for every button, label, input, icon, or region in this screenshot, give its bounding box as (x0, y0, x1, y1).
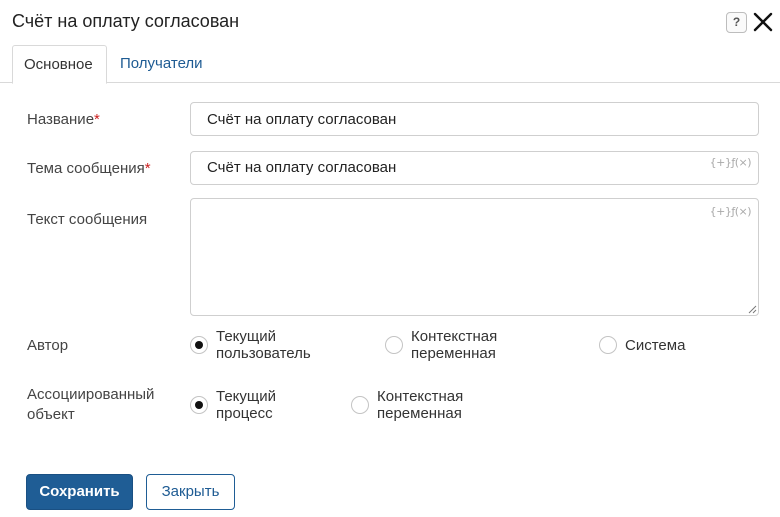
subject-input[interactable]: Счёт на оплату согласован {+}ƒ(×) (190, 151, 759, 185)
tab-main[interactable]: Основное (12, 45, 107, 84)
dialog: Счёт на оплату согласован ? Основное Пол… (0, 0, 780, 517)
author-option-system[interactable]: Система (599, 335, 685, 355)
radio-checked-icon (190, 396, 208, 414)
body-label: Текст сообщения (27, 211, 148, 228)
radio-unchecked-icon (385, 336, 403, 354)
associated-object-label: Ассоциированный объект (27, 386, 155, 423)
tab-recipients[interactable]: Получатели (109, 45, 214, 83)
associated-option-current-process[interactable]: Текущий процесс (190, 388, 276, 422)
expression-icon[interactable]: {+}ƒ(×) (710, 205, 752, 218)
name-label: Название* (27, 111, 100, 128)
required-mark: * (94, 111, 100, 128)
expression-icon[interactable]: {+}ƒ(×) (710, 153, 752, 173)
name-input[interactable] (190, 102, 759, 136)
subject-value: Счёт на оплату согласован (207, 159, 397, 176)
author-option-context-variable[interactable]: Контекстная переменная (385, 328, 497, 362)
dialog-title: Счёт на оплату согласован (12, 11, 240, 31)
close-icon (753, 12, 773, 32)
required-mark: * (144, 160, 151, 177)
subject-label: Тема сообщения* (27, 160, 151, 177)
associated-option-context-variable[interactable]: Контекстная переменная (351, 388, 463, 422)
tab-bar: Основное Получатели (0, 45, 780, 84)
close-button[interactable] (752, 11, 774, 33)
body-textarea[interactable]: {+}ƒ(×) (190, 198, 759, 316)
radio-unchecked-icon (599, 336, 617, 354)
author-option-current-user[interactable]: Текущий пользователь (190, 328, 311, 362)
close-dialog-button[interactable]: Закрыть (146, 474, 235, 510)
help-icon: ? (732, 15, 741, 29)
author-label: Автор (27, 337, 69, 354)
resize-grip-icon[interactable] (747, 304, 757, 314)
save-button[interactable]: Сохранить (26, 474, 133, 510)
help-button[interactable]: ? (726, 12, 747, 33)
radio-unchecked-icon (351, 396, 369, 414)
radio-checked-icon (190, 336, 208, 354)
